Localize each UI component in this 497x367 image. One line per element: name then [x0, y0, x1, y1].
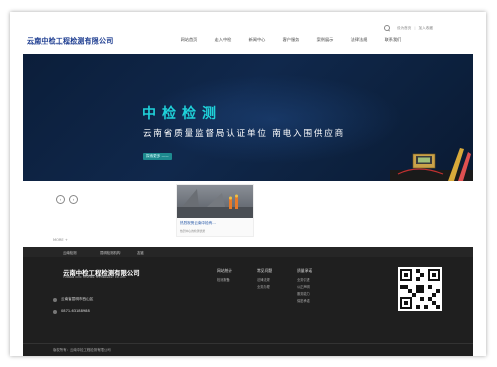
topbar-separator: | — [414, 26, 416, 30]
footer-col-title-quality: 质量承诺 — [297, 268, 313, 273]
footer-logo-subtext: YUNNAN CCIC TESTING TECHNOLOGY CO.,LTD. — [63, 276, 127, 279]
nav-item-contact[interactable]: 联系我们 — [376, 37, 410, 43]
footer-col-link[interactable]: 保密承诺 — [297, 298, 310, 303]
construction-photo-icon — [177, 189, 253, 218]
logo-subtext: YUNNAN CCIC TESTING TECHNOLOGY CO.,LTD. — [27, 43, 100, 46]
nav-item-news[interactable]: 新闻中心 — [240, 37, 274, 43]
hero-subtitle: 云南省质量监督局认证单位 南电入围供应商 — [143, 129, 346, 139]
nav-item-about[interactable]: 走入中检 — [206, 37, 240, 43]
more-link[interactable]: MORE + — [53, 238, 68, 242]
next-arrow-icon[interactable]: › — [69, 195, 78, 204]
prev-arrow-icon[interactable]: ‹ — [56, 195, 65, 204]
add-favorite-link[interactable]: 加入收藏 — [419, 26, 433, 31]
footer-divider — [23, 343, 473, 344]
hero-banner: 中检检测 云南省质量监督局认证单位 南电入围供应商 探索更多 —— — [23, 54, 473, 181]
footer-col-link[interactable]: 业务办理 — [257, 284, 270, 289]
footer-col-title-faq: 常见问题 — [257, 268, 273, 273]
news-card[interactable]: 热烈祝贺云南中检有... 热烈中心的检测优势 — [176, 184, 254, 237]
hero-decoration-image — [390, 148, 473, 181]
search-icon[interactable] — [384, 25, 390, 31]
friend-link-3[interactable]: 友链 — [137, 250, 144, 255]
location-icon — [53, 298, 57, 302]
nav-item-cases[interactable]: 案例展示 — [308, 37, 342, 43]
footer-col-link[interactable]: 法律法规 — [257, 277, 270, 282]
site-header — [10, 12, 486, 54]
phone-icon — [53, 310, 57, 314]
footer-col-link[interactable]: 服务能力 — [297, 291, 310, 296]
hero-more-button[interactable]: 探索更多 —— — [143, 153, 172, 160]
news-card-image — [177, 185, 253, 218]
copyright-text: 版权所有：云南中检工程检测有限公司 — [53, 348, 111, 352]
main-nav: 网站首页 走入中检 新闻中心 客户服务 案例展示 法律法规 联系我们 — [172, 37, 410, 43]
footer-address: 云南省昆明市西山区 — [61, 297, 94, 301]
qr-code-icon — [398, 267, 442, 311]
footer-col-link[interactable]: 检测报备 — [217, 277, 230, 282]
footer-col-link[interactable]: 业务引进 — [297, 277, 310, 282]
hero-title: 中检检测 — [142, 106, 222, 122]
friend-link-2[interactable]: 昆明检测机构 — [100, 250, 120, 255]
nav-item-home[interactable]: 网站首页 — [172, 37, 206, 43]
news-card-desc: 热烈中心的检测优势 — [180, 229, 206, 233]
footer-col-link[interactable]: 公正声明 — [297, 284, 310, 289]
news-card-title[interactable]: 热烈祝贺云南中检有... — [180, 221, 216, 226]
page: 云南中检工程检测有限公司 YUNNAN CCIC TESTING TECHNOL… — [10, 12, 486, 356]
topbar: 设为首页 | 加入收藏 — [384, 25, 433, 31]
nav-item-law[interactable]: 法律法规 — [342, 37, 376, 43]
footer-phone: 0871-63188988 — [61, 309, 90, 313]
footer-col-title-stats: 网站统计 — [217, 268, 233, 273]
set-homepage-link[interactable]: 设为首页 — [397, 26, 411, 31]
friend-link-1[interactable]: 云南检测 — [63, 250, 77, 255]
nav-item-service[interactable]: 客户服务 — [274, 37, 308, 43]
